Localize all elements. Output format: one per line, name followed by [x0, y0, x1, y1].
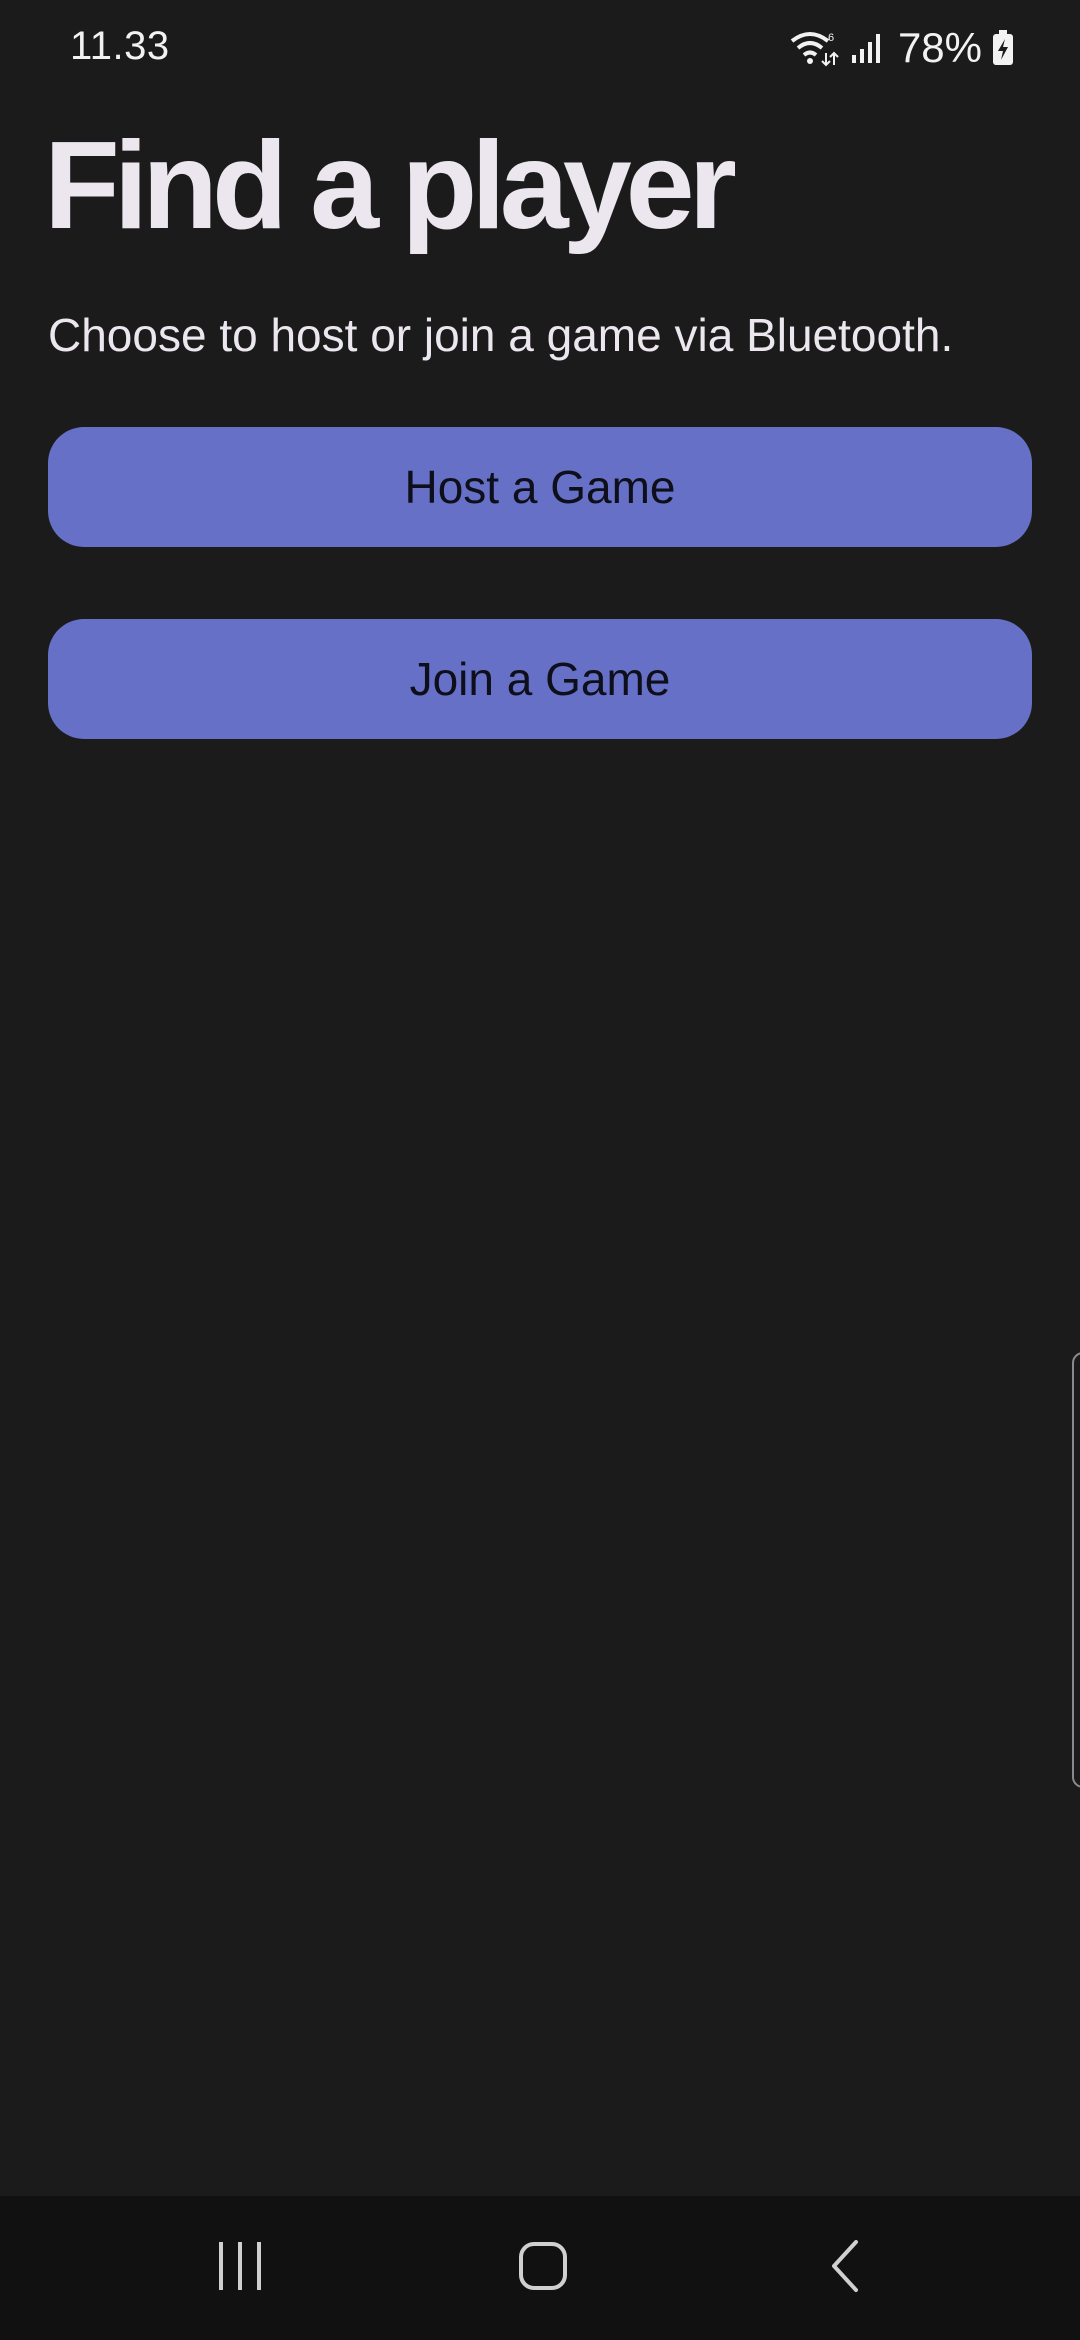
battery-charging-icon: [992, 30, 1014, 66]
back-button[interactable]: [796, 2226, 896, 2310]
recents-icon: [215, 2240, 265, 2297]
status-bar: 11.33 6 78%: [0, 0, 1080, 96]
back-icon: [826, 2238, 866, 2299]
battery-percent: 78%: [897, 24, 982, 71]
join-game-button[interactable]: Join a Game: [48, 619, 1032, 739]
home-button[interactable]: [493, 2226, 593, 2310]
recents-button[interactable]: [190, 2226, 290, 2310]
home-icon: [517, 2240, 569, 2297]
page-subtitle: Choose to host or join a game via Blueto…: [48, 309, 954, 361]
svg-text:6: 6: [828, 32, 834, 44]
host-game-button[interactable]: Host a Game: [48, 427, 1032, 547]
status-icons: 6 78%: [790, 22, 1014, 74]
find-player-screen: 11.33 6 78% Find a player Choose to host…: [0, 0, 1080, 2340]
edge-panel-handle[interactable]: [1072, 1352, 1080, 1788]
wifi-icon: 6: [790, 29, 840, 67]
signal-icon: [850, 31, 884, 65]
navigation-bar: [0, 2196, 1080, 2340]
status-time: 11.33: [70, 24, 170, 68]
page-title: Find a player: [44, 117, 737, 255]
